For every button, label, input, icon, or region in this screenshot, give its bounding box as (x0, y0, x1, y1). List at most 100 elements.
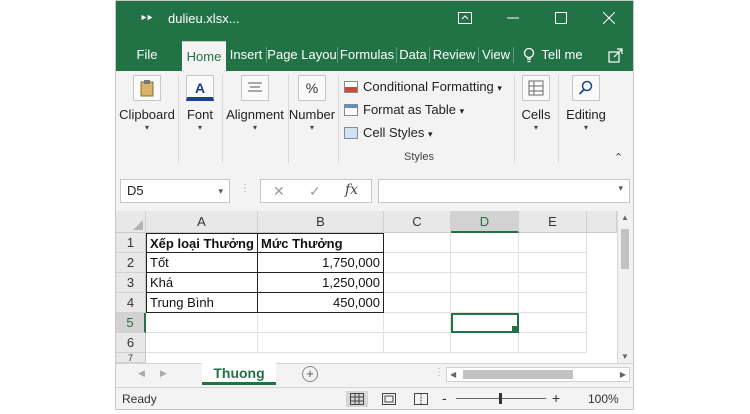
ribbon-display-icon[interactable] (454, 9, 476, 29)
page-break-view-icon[interactable] (414, 393, 428, 408)
tab-file[interactable]: File (128, 39, 166, 71)
format-as-table-button[interactable]: Format as Table ▾ (344, 102, 464, 117)
editing-group[interactable]: Editing ▾ (560, 75, 612, 132)
scroll-sheets-right-icon[interactable]: ▶ (160, 368, 167, 379)
cell-e4[interactable] (519, 293, 587, 313)
cell-b6[interactable] (258, 333, 384, 353)
maximize-icon[interactable] (550, 9, 572, 29)
tab-page-layout[interactable]: Page Layou (267, 39, 337, 71)
cell-c1[interactable] (384, 233, 451, 253)
page-layout-view-icon[interactable] (382, 393, 396, 408)
cell-d6[interactable] (451, 333, 519, 353)
cell-b4[interactable]: 450,000 (258, 293, 384, 313)
row-header-7[interactable]: 7 (116, 353, 146, 363)
cell-d3[interactable] (451, 273, 519, 293)
tell-me-search[interactable]: Tell me (538, 39, 586, 71)
quick-access-toolbar-icon[interactable]: ‣‣ (140, 11, 153, 25)
tab-view[interactable]: View (479, 39, 513, 71)
column-header-e[interactable]: E (519, 211, 587, 233)
cell-a1[interactable]: Xếp loại Thưởng (146, 233, 258, 253)
number-group[interactable]: % Number ▾ (288, 75, 336, 132)
cell-c6[interactable] (384, 333, 451, 353)
select-all-corner[interactable] (116, 211, 146, 233)
row-header-5[interactable]: 5 (116, 313, 146, 333)
alignment-group[interactable]: Alignment ▾ (224, 75, 286, 132)
row-header-3[interactable]: 3 (116, 273, 146, 293)
cell-d5-active[interactable] (451, 313, 519, 333)
vertical-scrollbar[interactable]: ▲ ▼ (617, 211, 633, 363)
cell-c5[interactable] (384, 313, 451, 333)
cell-d1[interactable] (451, 233, 519, 253)
scroll-down-icon[interactable]: ▼ (621, 352, 629, 361)
font-group[interactable]: A Font ▾ (180, 75, 220, 132)
cell-e5[interactable] (519, 313, 587, 333)
zoom-slider-thumb[interactable] (499, 393, 502, 404)
cell-c2[interactable] (384, 253, 451, 273)
cell-a3[interactable]: Khá (146, 273, 258, 293)
normal-view-icon[interactable] (346, 391, 368, 407)
zoom-level[interactable]: 100% (588, 392, 619, 406)
cell-d4[interactable] (451, 293, 519, 313)
column-header-b[interactable]: B (258, 211, 384, 233)
chevron-down-icon[interactable]: ▾ (218, 180, 223, 202)
share-icon[interactable] (608, 47, 624, 68)
tab-data[interactable]: Data (397, 39, 429, 71)
worksheet-grid[interactable]: A B C D E 1 2 3 4 5 6 7 Xếp loại Thưởng … (116, 211, 617, 363)
add-sheet-button[interactable]: + (302, 366, 318, 382)
scroll-right-icon[interactable]: ▶ (620, 368, 626, 381)
cell-b2[interactable]: 1,750,000 (258, 253, 384, 273)
tab-review[interactable]: Review (430, 39, 478, 71)
drag-handle-icon[interactable]: ⋮ (240, 183, 250, 194)
cell-b5[interactable] (258, 313, 384, 333)
cell-styles-button[interactable]: Cell Styles ▾ (344, 125, 433, 140)
close-icon[interactable] (598, 9, 620, 29)
cell-c4[interactable] (384, 293, 451, 313)
vertical-scroll-thumb[interactable] (621, 229, 629, 269)
cell-e2[interactable] (519, 253, 587, 273)
clipboard-group[interactable]: Clipboard ▾ (118, 75, 176, 132)
cell-b1[interactable]: Mức Thưởng (258, 233, 384, 253)
horizontal-scroll-thumb[interactable] (463, 370, 573, 379)
scroll-up-icon[interactable]: ▲ (621, 213, 629, 222)
formula-input[interactable]: ▾ (378, 179, 630, 203)
fill-handle[interactable] (511, 325, 517, 331)
zoom-slider[interactable] (456, 393, 546, 404)
row-header-4[interactable]: 4 (116, 293, 146, 313)
tab-split-handle-icon[interactable]: ⋮ (434, 367, 444, 378)
cell-e1[interactable] (519, 233, 587, 253)
row-header-6[interactable]: 6 (116, 333, 146, 353)
cells-group[interactable]: Cells ▾ (516, 75, 556, 132)
row-header-1[interactable]: 1 (116, 233, 146, 253)
cell-a2[interactable]: Tốt (146, 253, 258, 273)
cell-e3[interactable] (519, 273, 587, 293)
cancel-icon[interactable]: ✕ (273, 183, 285, 200)
tab-insert[interactable]: Insert (226, 39, 266, 71)
cell-e6[interactable] (519, 333, 587, 353)
cell-a5[interactable] (146, 313, 258, 333)
cell-c3[interactable] (384, 273, 451, 293)
scroll-sheets-left-icon[interactable]: ◀ (138, 368, 145, 379)
cell-a4[interactable]: Trung Bình (146, 293, 258, 313)
collapse-ribbon-icon[interactable]: ⌃ (614, 151, 623, 164)
zoom-in-button[interactable]: + (552, 390, 560, 406)
sheet-tab-thuong[interactable]: Thuong (202, 363, 276, 385)
column-header-f[interactable] (587, 211, 617, 233)
enter-icon[interactable]: ✓ (309, 183, 321, 200)
conditional-formatting-button[interactable]: Conditional Formatting ▾ (344, 79, 502, 94)
tab-formulas[interactable]: Formulas (338, 39, 396, 71)
column-header-d[interactable]: D (451, 211, 519, 233)
cell-a6[interactable] (146, 333, 258, 353)
expand-formula-bar-icon[interactable]: ▾ (618, 183, 623, 194)
minimize-icon[interactable] (502, 9, 524, 29)
column-header-a[interactable]: A (146, 211, 258, 233)
tab-home[interactable]: Home (182, 41, 226, 72)
name-box[interactable]: D5 ▾ (120, 179, 230, 203)
scroll-left-icon[interactable]: ◀ (450, 368, 456, 381)
cell-b3[interactable]: 1,250,000 (258, 273, 384, 293)
zoom-out-button[interactable]: - (442, 390, 447, 406)
cell-d2[interactable] (451, 253, 519, 273)
column-header-c[interactable]: C (384, 211, 451, 233)
insert-function-icon[interactable]: fx (345, 182, 358, 198)
row-header-2[interactable]: 2 (116, 253, 146, 273)
horizontal-scrollbar[interactable]: ◀ ▶ (446, 367, 630, 382)
